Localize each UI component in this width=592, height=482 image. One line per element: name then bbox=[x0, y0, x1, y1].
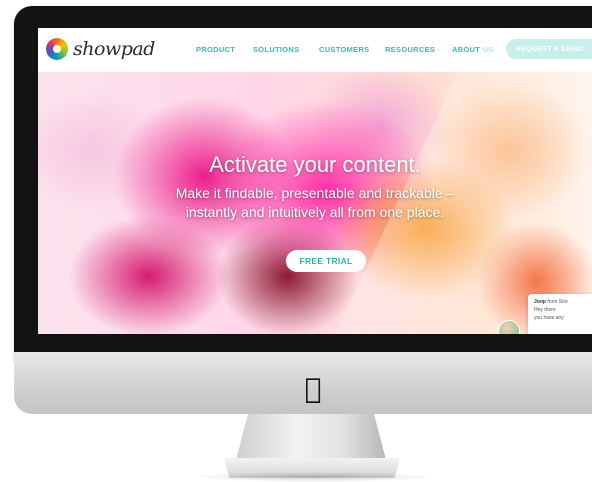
nav-product[interactable]: PRODUCT bbox=[196, 45, 235, 54]
showpad-logo-icon bbox=[46, 38, 68, 60]
apple-icon:  bbox=[300, 374, 326, 404]
showpad-logo[interactable]: showpad bbox=[46, 38, 155, 60]
nav-about-suffix: US bbox=[482, 45, 494, 54]
site-navbar: showpad PRODUCT SOLUTIONS CUSTOMERS RESO… bbox=[38, 28, 592, 72]
stand-shadow bbox=[190, 472, 440, 482]
hero-subtitle-line1: Make it findable, presentable and tracka… bbox=[175, 185, 455, 201]
free-trial-button[interactable]: FREE TRIAL bbox=[286, 250, 366, 272]
nav-about-us[interactable]: ABOUT US bbox=[452, 45, 494, 54]
chat-sender: Joop bbox=[534, 299, 546, 305]
chat-line3: you have any bbox=[534, 315, 564, 321]
request-demo-button[interactable]: REQUEST A DEMO bbox=[506, 39, 592, 59]
hero-title: Activate your content. bbox=[209, 152, 421, 177]
logo-text: showpad bbox=[73, 38, 155, 60]
chat-line1: from Sho bbox=[547, 299, 568, 305]
chat-widget[interactable]: Joop from Sho Hey there you have any bbox=[528, 294, 592, 334]
browser-screen: showpad PRODUCT SOLUTIONS CUSTOMERS RESO… bbox=[38, 28, 592, 334]
monitor-stand bbox=[236, 414, 386, 460]
nav-customers[interactable]: CUSTOMERS bbox=[319, 45, 369, 54]
hero-subtitle-line2: instantly and intuitively all from one p… bbox=[185, 204, 445, 220]
nav-about-label: ABOUT bbox=[452, 45, 481, 54]
hero-banner: Activate your content. Make it findable,… bbox=[38, 72, 592, 334]
nav-solutions[interactable]: SOLUTIONS bbox=[253, 45, 299, 54]
chat-line2: Hey there bbox=[534, 307, 556, 313]
nav-resources[interactable]: RESOURCES bbox=[385, 45, 435, 54]
hero-subtitle: Make it findable, presentable and tracka… bbox=[38, 184, 592, 222]
